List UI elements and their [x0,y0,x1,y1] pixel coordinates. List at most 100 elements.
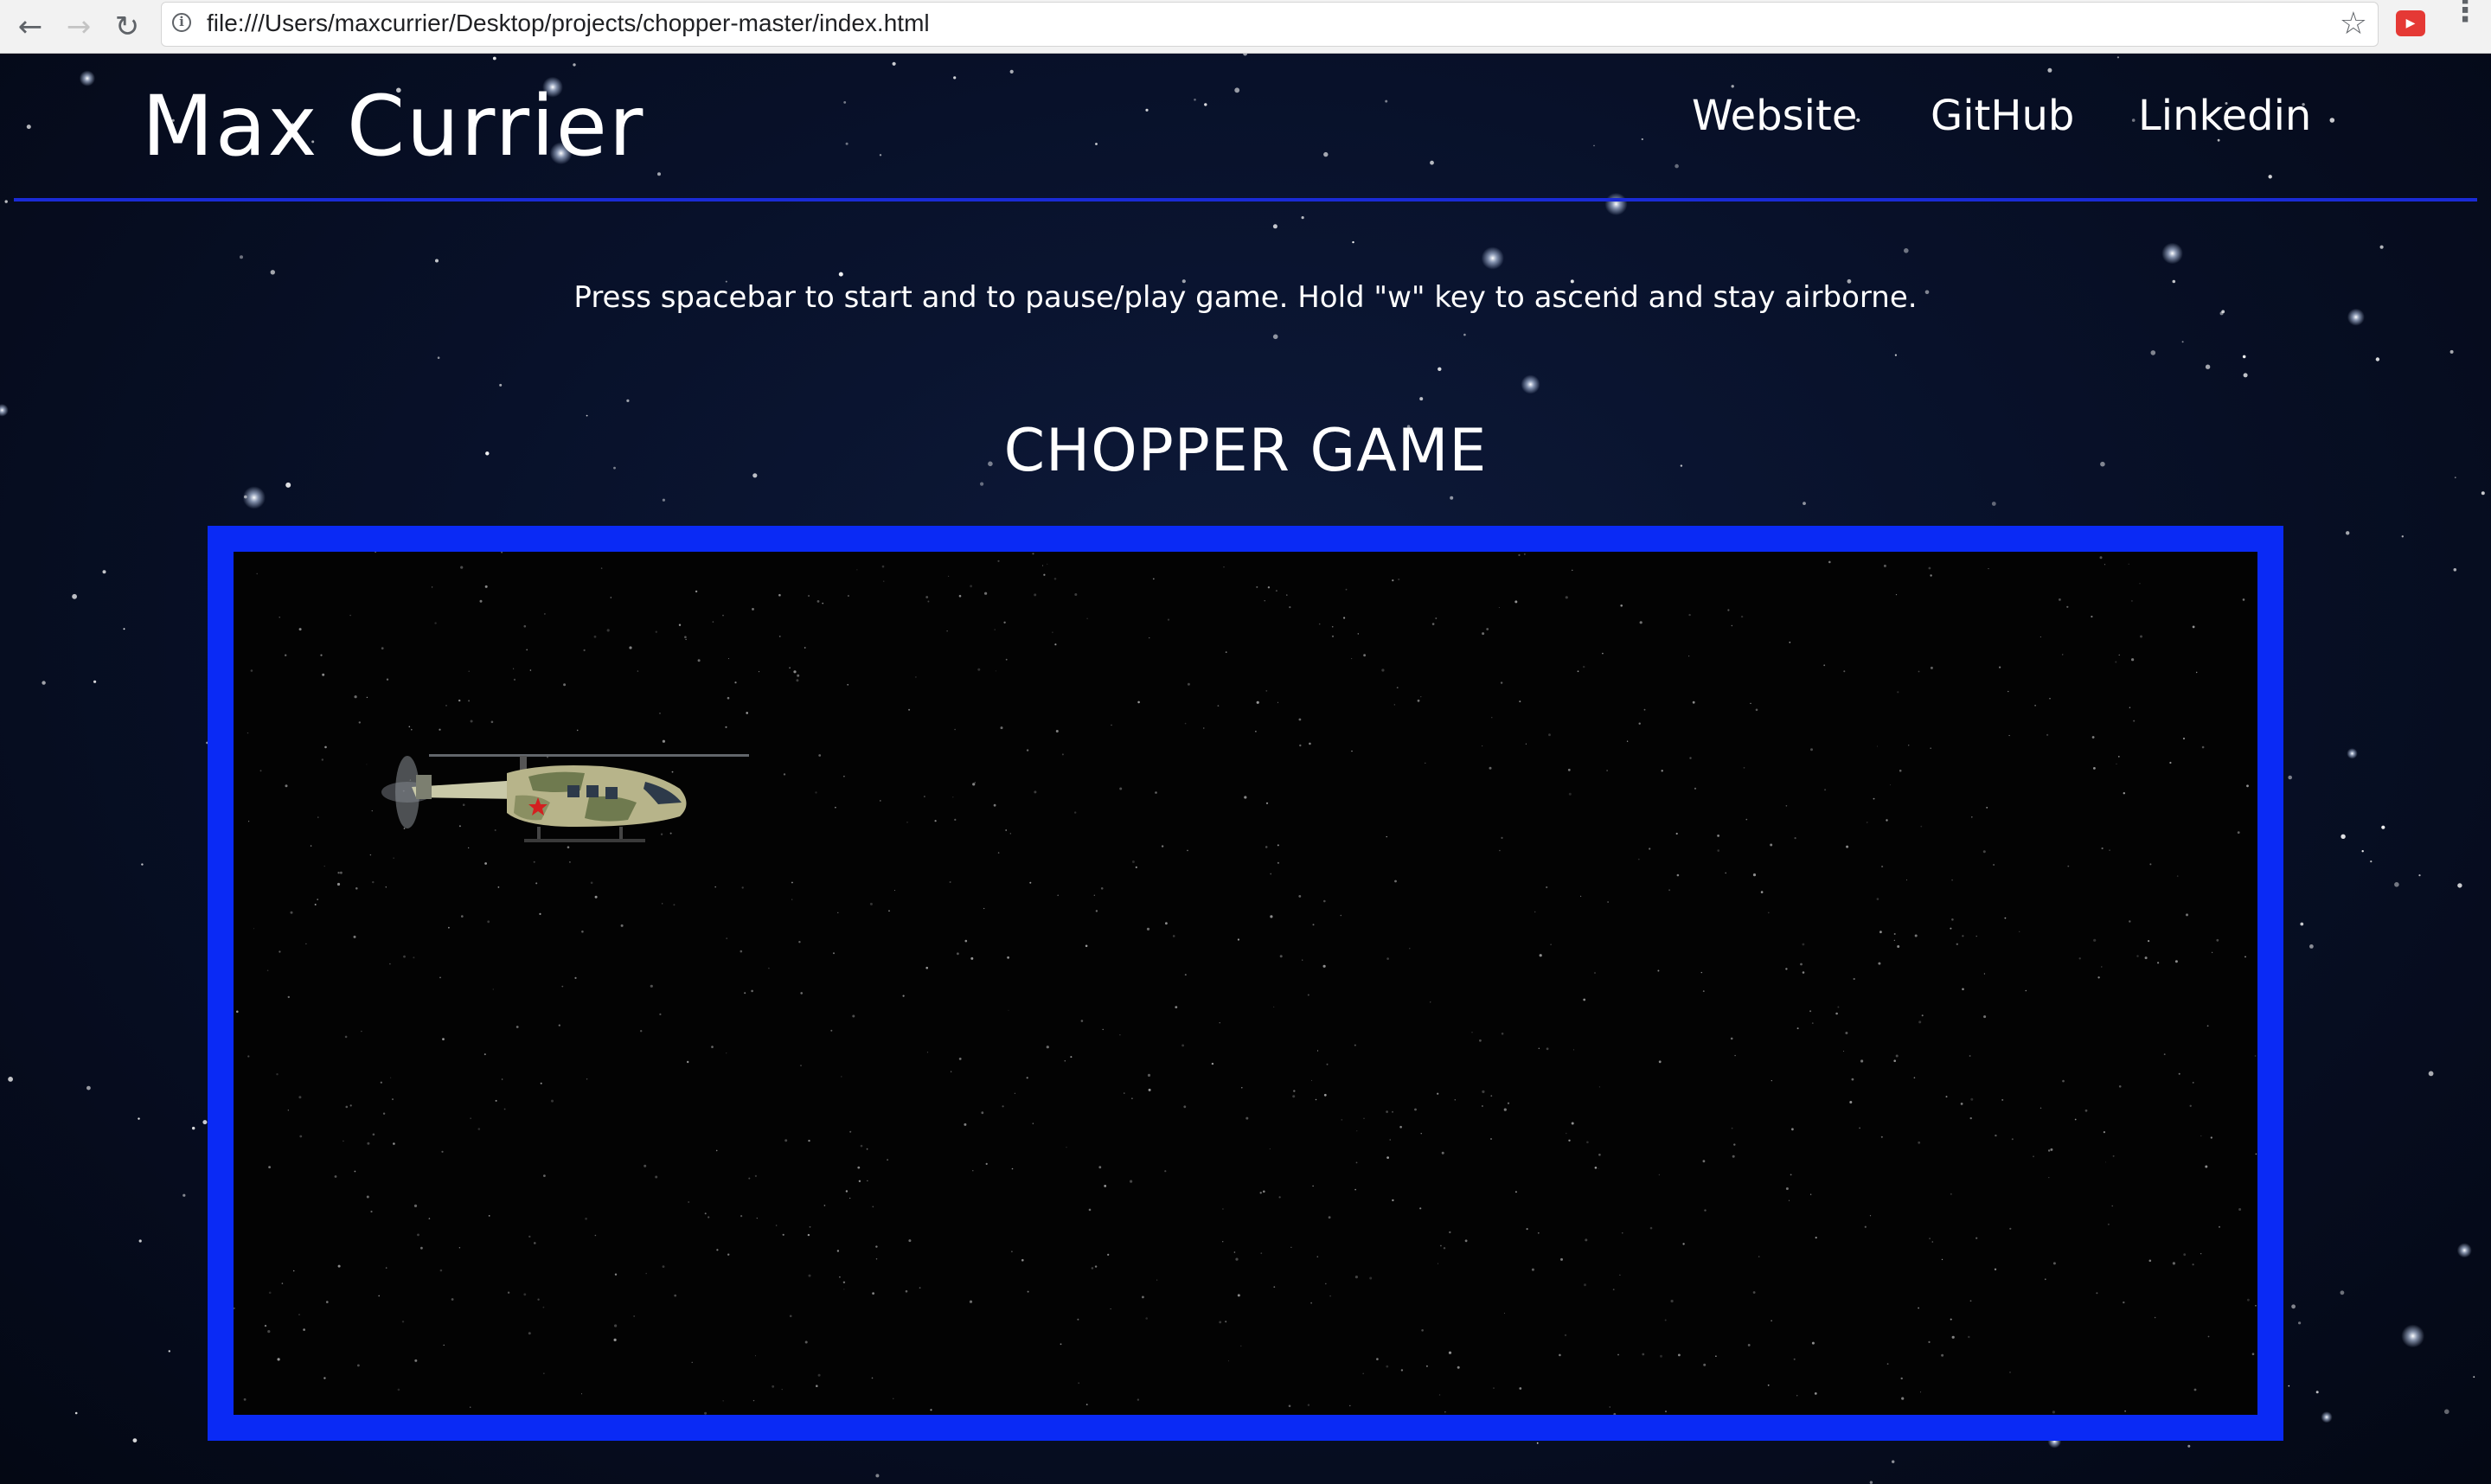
canvas-star [1175,1006,1178,1008]
canvas-star [1414,1108,1417,1111]
canvas-star [1893,1059,1896,1062]
canvas-star [1005,829,1008,831]
canvas-star [256,572,258,575]
canvas-star [370,1210,373,1213]
canvas-star [2046,733,2049,736]
canvas-star [1657,969,1660,972]
canvas-star [2091,736,2095,739]
canvas-star [234,1307,235,1309]
star [1463,333,1466,336]
canvas-star [1187,849,1188,852]
url-text[interactable]: file:///Users/maxcurrier/Desktop/project… [207,10,930,37]
reload-button[interactable]: ↻ [107,7,147,47]
canvas-star [259,770,262,772]
canvas-star [1007,956,1009,959]
canvas-star [1790,1174,1792,1176]
canvas-star [1930,574,1932,577]
canvas-star [1971,816,1973,818]
star-icon[interactable]: ☆ [2340,6,2367,42]
star [1869,1481,1873,1484]
canvas-star [789,1314,792,1318]
canvas-star [1828,560,1831,564]
canvas-star [748,1177,751,1180]
canvas-star [490,720,494,724]
bright-star [2161,242,2183,265]
star [2291,1304,2296,1309]
canvas-star [1278,1196,1281,1199]
star [1009,69,1014,74]
canvas-star [337,872,340,874]
canvas-star [2193,1388,2197,1391]
canvas-star [1733,1143,1736,1146]
canvas-star [871,1377,874,1379]
bright-star [1521,374,1540,394]
star [1892,1460,1895,1463]
address-bar[interactable]: i file:///Users/maxcurrier/Desktop/proje… [161,2,2379,47]
canvas-star [1880,1135,1883,1138]
canvas-star [2118,654,2120,656]
canvas-star [290,911,293,914]
canvas-star [1986,807,1988,809]
canvas-star [1273,1286,1276,1289]
youtube-extension-icon[interactable]: ▶ [2396,10,2425,36]
canvas-star [1702,1160,1706,1163]
canvas-star [793,670,797,674]
canvas-star [1982,850,1986,854]
canvas-star [1895,1054,1899,1058]
canvas-star [1131,1097,1133,1099]
canvas-star [581,931,584,933]
canvas-star [2178,1072,2180,1075]
canvas-star [1897,945,1900,948]
star [1991,502,1996,506]
canvas-star [1493,1387,1495,1389]
nav-link-github[interactable]: GitHub [1931,92,2074,140]
canvas-star [2255,1305,2257,1307]
canvas-star [606,629,610,632]
canvas-star [887,1159,888,1161]
canvas-star [443,1344,445,1346]
canvas-star [1323,1093,1327,1097]
canvas-star [1187,682,1190,686]
canvas-star [2183,1253,2187,1257]
bright-star [2321,1411,2333,1423]
canvas-star [1546,1047,1549,1051]
canvas-star [1860,1059,1864,1063]
canvas-star [1331,625,1334,628]
canvas-star [1009,833,1011,835]
canvas-star [972,783,976,786]
canvas-star [1148,1088,1151,1091]
canvas-star [1005,658,1008,661]
canvas-star [266,969,269,971]
canvas-star [1363,654,1366,657]
nav-link-linkedin[interactable]: Linkedin [2138,92,2311,140]
bright-star [2347,748,2358,759]
bright-star [1481,246,1504,270]
canvas-star [298,1096,302,1099]
kebab-menu-icon[interactable]: ⋮ [2449,0,2481,27]
forward-button[interactable]: → [59,7,99,47]
canvas-star [981,1111,984,1115]
canvas-star [1085,944,1088,948]
canvas-star [1514,1191,1517,1193]
nav-link-website[interactable]: Website [1692,92,1857,140]
canvas-star [1292,1095,1296,1098]
canvas-star [1537,1231,1540,1234]
canvas-star [2238,1208,2242,1211]
canvas-star [881,565,885,568]
site-title[interactable]: Max Currier [142,78,644,175]
canvas-star [585,1218,587,1220]
canvas-star [1011,1251,1013,1253]
canvas-star [1435,617,1438,619]
canvas-star [997,560,1000,562]
canvas-star [1507,1102,1510,1104]
star [2370,860,2373,863]
canvas-star [1270,873,1272,875]
canvas-star [1293,1090,1296,1092]
canvas-star [751,989,753,993]
back-button[interactable]: ← [10,7,50,47]
game-canvas[interactable] [234,552,2257,1415]
info-icon[interactable]: i [172,13,191,32]
star [2346,531,2350,535]
canvas-star [2052,1410,2055,1414]
canvas-star [650,984,653,988]
